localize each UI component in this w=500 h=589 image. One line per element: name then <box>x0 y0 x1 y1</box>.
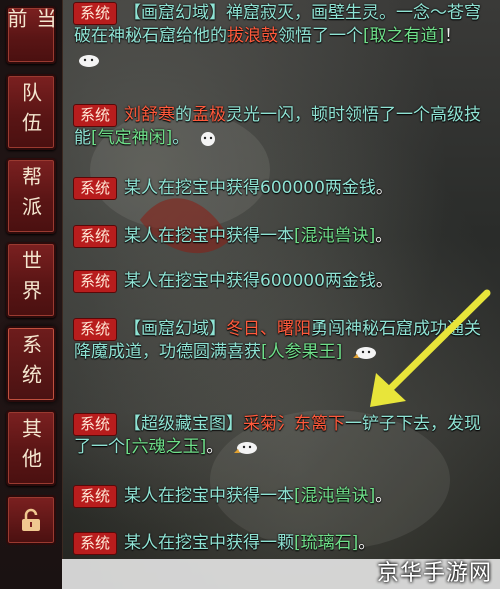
chat-message: 系统 【画窟幻域】禅窟寂灭，画壁生灵。一念～苍穹破在神秘石窟给他的拔浪鼓领悟了一个… <box>74 2 490 71</box>
system-badge: 系统 <box>74 319 117 340</box>
emote-icon <box>233 442 257 454</box>
pet-name-link[interactable]: 孟极 <box>192 105 226 125</box>
player-name-link[interactable]: 采菊氵东篱下 <box>243 414 345 434</box>
tab-other[interactable]: 其他 <box>6 410 56 486</box>
emote-icon <box>79 55 99 67</box>
tab-team[interactable]: 队伍 <box>6 74 56 150</box>
tab-current[interactable]: 当前 <box>4 6 57 64</box>
chat-message: 系统 某人在挖宝中获得一本[混沌兽诀]。 <box>74 485 490 508</box>
item-link[interactable]: [六魂之玉] <box>125 437 206 457</box>
chat-message: 系统 某人在挖宝中获得一颗[琉璃石]。 <box>74 532 490 555</box>
channel-tab-bar: 当前 队伍 帮派 世界 系统 其他 <box>0 0 63 589</box>
highlight-arrow-icon <box>370 289 491 407</box>
item-link[interactable]: [混沌兽诀] <box>294 486 375 506</box>
system-badge: 系统 <box>74 3 117 24</box>
chat-message: 系统 刘舒寒的孟极灵光一闪，顿时领悟了一个高级技能[气定神闲]。 <box>74 105 482 148</box>
tab-guild[interactable]: 帮派 <box>6 158 56 234</box>
system-chat-panel: 系统 【画窟幻域】禅窟寂灭，画壁生灵。一念～苍穹破在神秘石窟给他的拔浪鼓领悟了一个… <box>62 0 500 589</box>
skill-link[interactable]: [气定神闲] <box>91 128 172 148</box>
chat-message: 系统 某人在挖宝中获得600000两金钱。 <box>74 177 490 200</box>
item-link[interactable]: [琉璃石] <box>294 533 358 553</box>
emote-icon <box>200 132 215 146</box>
item-link[interactable]: [人参果王] <box>261 342 342 362</box>
item-link[interactable]: [混沌兽诀] <box>294 226 375 246</box>
chat-message: 系统 【超级藏宝图】采菊氵东篱下一铲子下去，发现了一个[六魂之玉]。 <box>74 414 482 457</box>
system-badge: 系统 <box>74 178 117 199</box>
tab-world[interactable]: 世界 <box>6 242 56 318</box>
lock-open-icon <box>22 508 40 531</box>
tab-system[interactable]: 系统 <box>6 326 56 402</box>
item-link[interactable]: 拔浪鼓 <box>227 26 278 46</box>
chat-message: 系统 某人在挖宝中获得一本[混沌兽诀]。 <box>74 225 490 248</box>
system-badge: 系统 <box>74 533 117 554</box>
site-watermark: 京华手游网 <box>376 561 492 586</box>
system-badge: 系统 <box>74 271 117 292</box>
system-badge: 系统 <box>74 414 117 435</box>
player-name-link[interactable]: 冬日、曙阳 <box>226 319 311 339</box>
player-name-link[interactable]: 刘舒寒 <box>124 105 175 125</box>
system-badge: 系统 <box>74 105 117 126</box>
system-badge: 系统 <box>74 486 117 507</box>
chat-lock-button[interactable] <box>6 495 56 545</box>
skill-link[interactable]: [取之有道] <box>363 26 444 46</box>
system-badge: 系统 <box>74 226 117 247</box>
